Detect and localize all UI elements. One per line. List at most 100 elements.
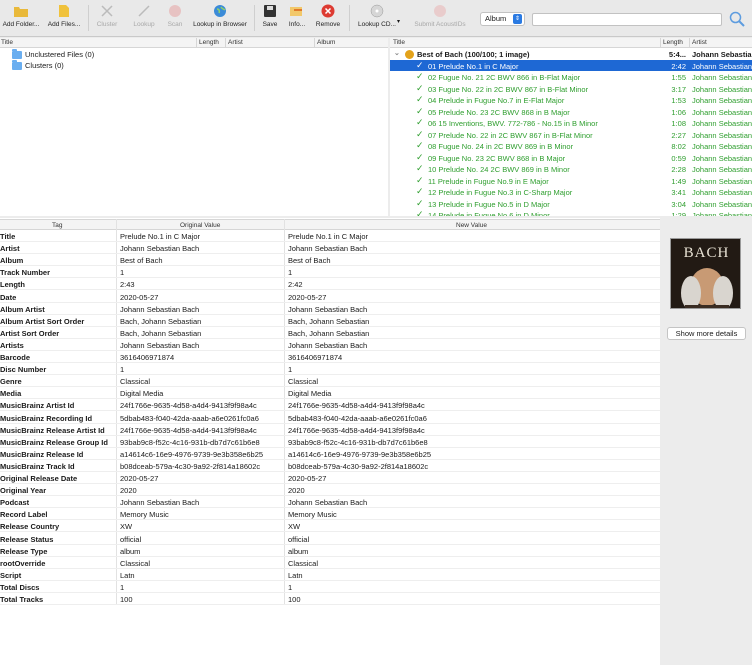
search-icon[interactable] xyxy=(729,11,745,27)
new-value[interactable]: 2020-05-27 xyxy=(288,293,326,302)
metadata-row[interactable]: Media Digital Media Digital Media xyxy=(0,387,660,400)
metadata-row[interactable]: Original Year 2020 2020 xyxy=(0,484,660,497)
metadata-row[interactable]: Artist Johann Sebastian Bach Johann Sebast… xyxy=(0,242,660,255)
metadata-row[interactable]: MusicBrainz Release Id a14614c6-16e9-4976… xyxy=(0,448,660,460)
metadata-row[interactable]: Script Latn Latn xyxy=(0,569,660,581)
new-value[interactable]: 100 xyxy=(288,595,301,604)
search-input[interactable] xyxy=(532,13,722,26)
new-value[interactable]: Bach, Johann Sebastian xyxy=(288,317,369,326)
new-value[interactable]: b08dceab-579a-4c30-9a92-2f814a18602c xyxy=(288,462,428,471)
track-row[interactable]: ✓ 02 Fugue No. 21 2C BWV 866 in B-Flat Ma… xyxy=(390,71,752,83)
new-value[interactable]: Memory Music xyxy=(288,510,337,519)
metadata-row[interactable]: Release Country XW XW xyxy=(0,520,660,533)
tag-name: Album Artist xyxy=(0,304,45,314)
metadata-row[interactable]: Release Type album album xyxy=(0,545,660,557)
metadata-row[interactable]: Track Number 1 1 xyxy=(0,266,660,279)
new-value[interactable]: album xyxy=(288,547,308,556)
mode-select[interactable]: Album ⇕ xyxy=(480,12,525,26)
track-row[interactable]: ✓ 12 Prelude in Fugue No.3 in C-Sharp Maj… xyxy=(390,186,752,198)
scan-button[interactable]: Scan xyxy=(164,3,186,35)
metadata-row[interactable]: Artists Johann Sebastian Bach Johann Sebas… xyxy=(0,339,660,351)
new-value[interactable]: Classical xyxy=(288,559,318,568)
track-row[interactable]: ✓ 08 Fugue No. 24 in 2C BWV 869 in B Mino… xyxy=(390,140,752,152)
metadata-row[interactable]: Total Discs 1 1 xyxy=(0,581,660,593)
new-value[interactable]: XW xyxy=(288,522,300,531)
new-value[interactable]: 2020 xyxy=(288,486,305,495)
new-value[interactable]: 1 xyxy=(288,583,292,592)
track-row[interactable]: ✓ 13 Prelude in Fugue No.5 in D Major 3:04… xyxy=(390,198,752,210)
lookup-in-browser-button[interactable]: Lookup in Browser xyxy=(192,3,248,35)
metadata-row[interactable]: MusicBrainz Recording Id 5dbab483-f040-42… xyxy=(0,412,660,424)
add-files-button[interactable]: Add Files... xyxy=(48,3,80,35)
remove-button[interactable]: Remove xyxy=(315,3,341,35)
new-value[interactable]: a14614c6-16e9-4976-9739-9e3b358e6b25 xyxy=(288,450,431,459)
new-value[interactable]: 5dbab483-f040-42da-aaab-a6e0261fc0a6 xyxy=(288,414,427,423)
new-value[interactable]: 24f1766e-9635-4d58-a4d4-9413f9f98a4c xyxy=(288,401,425,410)
new-value[interactable]: Latn xyxy=(288,571,303,580)
new-value[interactable]: 3616406971874 xyxy=(288,353,342,362)
info-button[interactable]: Info... xyxy=(286,3,308,35)
show-more-details-button[interactable]: Show more details xyxy=(667,327,746,340)
new-value[interactable]: Prelude No.1 in C Major xyxy=(288,232,368,241)
metadata-row[interactable]: Genre Classical Classical xyxy=(0,375,660,388)
chevron-down-icon[interactable]: ▾ xyxy=(397,18,400,25)
new-value[interactable]: Johann Sebastian Bach xyxy=(288,341,367,350)
track-row[interactable]: ✓ 06 15 Inventions, BWV. 772-786 - No.15 … xyxy=(390,117,752,129)
lookup-button[interactable]: Lookup xyxy=(130,3,158,35)
metadata-row[interactable]: Date 2020-05-27 2020-05-27 xyxy=(0,291,660,303)
unclustered-files-item[interactable]: Unclustered Files (0) xyxy=(12,48,94,60)
metadata-row[interactable]: MusicBrainz Release Group Id 93bab9c8-f52… xyxy=(0,436,660,448)
metadata-row[interactable]: Length 2:43 2:42 xyxy=(0,278,660,291)
submit-acoustids-button[interactable]: Submit AcoustIDs xyxy=(412,3,468,35)
album-row[interactable]: ⌄ Best of Bach (100/100; 1 image) 5:4...… xyxy=(390,48,752,60)
new-value[interactable]: 2:42 xyxy=(288,280,303,289)
metadata-row[interactable]: Title Prelude No.1 in C Major Prelude No.1… xyxy=(0,230,660,243)
track-row[interactable]: ✓ 11 Prelude in Fugue No.9 in E Major 1:49… xyxy=(390,175,752,187)
metadata-row[interactable]: Disc Number 1 1 xyxy=(0,363,660,376)
clusters-item[interactable]: Clusters (0) xyxy=(12,59,64,71)
cover-art-image[interactable]: BACH xyxy=(670,238,741,309)
metadata-row[interactable]: Barcode 3616406971874 3616406971874 xyxy=(0,351,660,364)
new-value[interactable]: official xyxy=(288,535,309,544)
cluster-button[interactable]: Cluster xyxy=(94,3,120,35)
new-value[interactable]: 24f1766e-9635-4d58-a4d4-9413f9f98a4c xyxy=(288,426,425,435)
add-folder-button[interactable]: Add Folder... xyxy=(2,3,40,35)
new-value[interactable]: 2020-05-27 xyxy=(288,474,326,483)
track-length: 8:02 xyxy=(671,142,686,151)
metadata-row[interactable]: MusicBrainz Release Artist Id 24f1766e-96… xyxy=(0,424,660,436)
track-row[interactable]: ✓ 04 Prelude in Fugue No.7 in E-Flat Majo… xyxy=(390,94,752,106)
track-row[interactable]: ✓ 07 Prelude No. 22 in 2C BWV 867 in B-Fl… xyxy=(390,129,752,141)
metadata-row[interactable]: rootOverride Classical Classical xyxy=(0,557,660,569)
new-value[interactable]: Johann Sebastian Bach xyxy=(288,244,367,253)
metadata-row[interactable]: MusicBrainz Artist Id 24f1766e-9635-4d58-… xyxy=(0,399,660,412)
new-value[interactable]: Classical xyxy=(288,377,318,386)
metadata-row[interactable]: Album Best of Bach Best of Bach xyxy=(0,254,660,267)
new-value[interactable]: 1 xyxy=(288,268,292,277)
metadata-row[interactable]: Release Status official official xyxy=(0,533,660,545)
chevron-down-icon[interactable]: ⌄ xyxy=(394,49,400,57)
track-row[interactable]: ✓ 10 Prelude No. 24 2C BWV 869 in B Minor… xyxy=(390,163,752,175)
new-value[interactable]: Johann Sebastian Bach xyxy=(288,305,367,314)
new-value[interactable]: Best of Bach xyxy=(288,256,331,265)
track-row[interactable]: ✓ 14 Prelude in Fugue No.6 in D Minor 1:29… xyxy=(390,209,752,216)
metadata-row[interactable]: Total Tracks 100 100 xyxy=(0,593,660,606)
new-value[interactable]: Digital Media xyxy=(288,389,331,398)
metadata-row[interactable]: Album Artist Sort Order Bach, Johann Seba… xyxy=(0,315,660,327)
metadata-row[interactable]: Album Artist Johann Sebastian Bach Johann … xyxy=(0,303,660,315)
track-row[interactable]: ✓ 05 Prelude No. 23 2C BWV 868 in B Major… xyxy=(390,106,752,118)
track-row[interactable]: ✓ 01 Prelude No.1 in C Major 2:42 Johann Se… xyxy=(390,59,752,71)
track-row[interactable]: ✓ 09 Fugue No. 23 2C BWV 868 in B Major 0:… xyxy=(390,152,752,164)
metadata-row[interactable]: Original Release Date 2020-05-27 2020-05-2… xyxy=(0,472,660,485)
metadata-row[interactable]: MusicBrainz Track Id b08dceab-579a-4c30-9… xyxy=(0,460,660,472)
new-value[interactable]: 1 xyxy=(288,365,292,374)
new-value[interactable]: 93bab9c8-f52c-4c16-931b-db7d7c61b6e8 xyxy=(288,438,428,447)
lookup-cd-button[interactable]: Lookup CD... xyxy=(356,3,398,35)
new-value[interactable]: Johann Sebastian Bach xyxy=(288,498,367,507)
info-icon xyxy=(289,3,305,19)
track-row[interactable]: ✓ 03 Fugue No. 22 in 2C BWV 867 in B-Flat… xyxy=(390,83,752,95)
metadata-row[interactable]: Record Label Memory Music Memory Music xyxy=(0,508,660,521)
save-button[interactable]: Save xyxy=(260,3,280,35)
new-value[interactable]: Bach, Johann Sebastian xyxy=(288,329,369,338)
metadata-row[interactable]: Artist Sort Order Bach, Johann Sebastian B… xyxy=(0,327,660,339)
metadata-row[interactable]: Podcast Johann Sebastian Bach Johann Sebas… xyxy=(0,496,660,509)
